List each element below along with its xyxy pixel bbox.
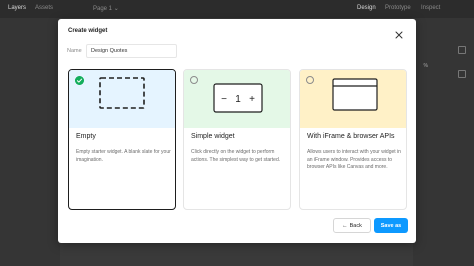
- card-title: Empty: [76, 133, 96, 140]
- panel-control[interactable]: [458, 46, 466, 54]
- create-widget-dialog: Create widget Name Empty Empty starter w…: [58, 19, 416, 243]
- radio-button[interactable]: [306, 76, 314, 84]
- card-empty[interactable]: Empty Empty starter widget. A blank slat…: [68, 69, 176, 210]
- dialog-title: Create widget: [68, 28, 108, 34]
- card-description: Empty starter widget. A blank slate for …: [76, 149, 171, 163]
- card-simple-widget[interactable]: − 1 + Simple widget Click directly on th…: [183, 69, 291, 210]
- panel-control[interactable]: [458, 70, 466, 78]
- card-hero: [300, 70, 406, 128]
- chevron-down-icon: ⌄: [113, 6, 119, 12]
- name-field[interactable]: [86, 44, 177, 58]
- card-description: Click directly on the widget to perform …: [191, 149, 281, 163]
- back-button[interactable]: ← Back: [333, 218, 371, 233]
- counter-minus: −: [221, 94, 227, 105]
- tab-design[interactable]: Design: [357, 5, 376, 11]
- tab-assets[interactable]: Assets: [35, 5, 53, 11]
- counter-value: 1: [235, 94, 241, 105]
- card-title: With iFrame & browser APIs: [307, 133, 395, 140]
- card-hero: [69, 70, 175, 128]
- browser-window-icon: [332, 78, 378, 111]
- tab-layers[interactable]: Layers: [8, 5, 26, 11]
- zoom-fragment: %: [423, 63, 428, 69]
- counter-plus: +: [249, 94, 255, 105]
- close-icon[interactable]: [393, 29, 405, 41]
- card-iframe-browser-apis[interactable]: With iFrame & browser APIs Allows users …: [299, 69, 407, 210]
- counter-icon: − 1 +: [213, 83, 263, 113]
- page-selector[interactable]: Page 1 ⌄: [93, 5, 119, 12]
- layers-panel: [0, 18, 60, 266]
- radio-button[interactable]: [190, 76, 198, 84]
- top-bar: Layers Assets Page 1 ⌄ Design Prototype …: [0, 0, 474, 18]
- dashed-square-icon: [99, 77, 145, 109]
- arrow-left-icon: ←: [342, 222, 348, 229]
- page-selector-label: Page 1: [93, 6, 113, 12]
- name-label: Name: [67, 48, 82, 54]
- selected-check-icon: [75, 76, 84, 85]
- save-as-button[interactable]: Save as: [374, 218, 408, 233]
- tab-inspect[interactable]: Inspect: [421, 5, 440, 11]
- card-title: Simple widget: [191, 133, 235, 140]
- card-description: Allows users to interact with your widge…: [307, 149, 401, 170]
- tab-prototype[interactable]: Prototype: [385, 5, 411, 11]
- card-hero: − 1 +: [184, 70, 290, 128]
- properties-panel: %: [413, 18, 474, 266]
- back-button-label: Back: [349, 222, 362, 229]
